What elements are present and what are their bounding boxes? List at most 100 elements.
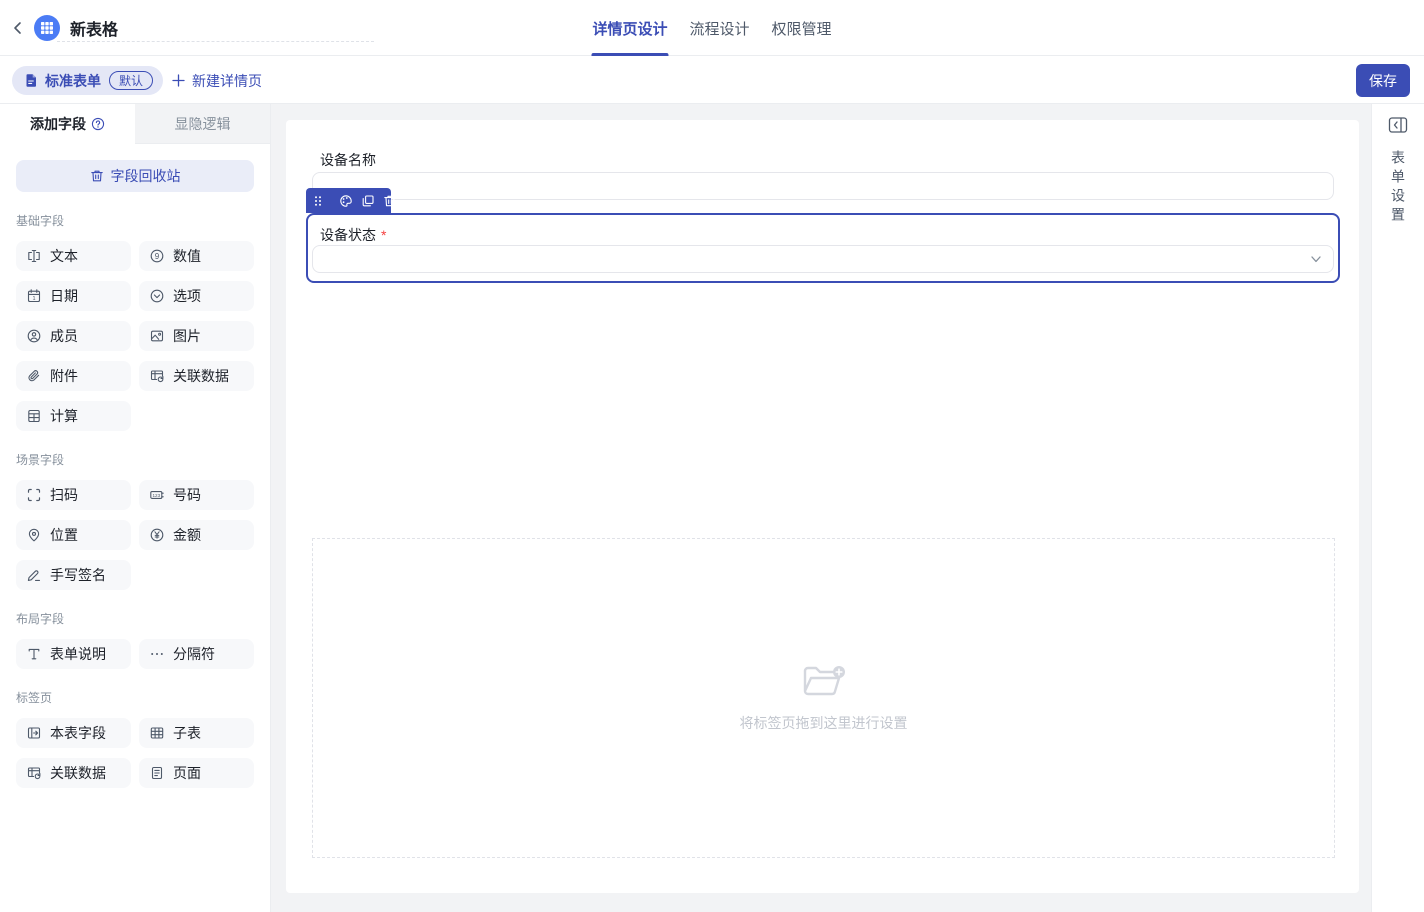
field-device-name-label: 设备名称 [320,150,376,170]
field-item-label: 扫码 [50,485,78,505]
palette-icon[interactable] [339,194,353,208]
field-item-label: 图片 [173,326,201,346]
field-item-label: 表单说明 [50,644,106,664]
field-device-name-input[interactable] [312,172,1334,200]
question-circle-icon[interactable] [91,117,105,131]
form-settings-rail: 表单设置 [1371,104,1424,912]
add-field-label: 添加字段 [30,114,86,134]
field-item-current-table[interactable]: 本表字段 [16,718,131,748]
field-item-signature[interactable]: 手写签名 [16,560,131,590]
standard-form-tab[interactable]: 标准表单 默认 [12,66,163,95]
chevron-left-icon [10,20,26,36]
folder-add-icon [801,663,847,701]
sidebar-tabs: 添加字段 显隐逻辑 [0,104,270,144]
scene-fields-grid: 扫码 123 号码 位置 [0,480,270,590]
form-canvas[interactable]: 设备名称 [286,120,1359,893]
scan-icon [26,487,42,503]
header-left-group: 新表格 [8,0,118,56]
new-detail-page-label: 新建详情页 [192,71,262,91]
tab-detail-page-design[interactable]: 详情页设计 [591,0,668,56]
section-title-scene-fields: 场景字段 [16,451,254,468]
field-item-text[interactable]: 文本 [16,241,131,271]
tab-visibility-logic[interactable]: 显隐逻辑 [135,104,270,144]
field-item-option[interactable]: 选项 [139,281,254,311]
field-item-location[interactable]: 位置 [16,520,131,550]
field-item-calculate[interactable]: 计算 [16,401,131,431]
layout-fields-grid: 表单说明 分隔符 [0,639,270,669]
attachment-icon [26,368,42,384]
text-icon [26,248,42,264]
field-item-label: 日期 [50,286,78,306]
field-item-label: 本表字段 [50,723,106,743]
currency-icon [149,527,165,543]
field-item-serial-number[interactable]: 123 号码 [139,480,254,510]
field-item-form-text[interactable]: 表单说明 [16,639,131,669]
field-item-member[interactable]: 成员 [16,321,131,351]
field-device-status-select[interactable] [312,245,1334,273]
section-title-layout-fields: 布局字段 [16,610,254,627]
page-title[interactable]: 新表格 [70,16,118,40]
svg-text:9: 9 [155,252,160,261]
field-item-label: 页面 [173,763,201,783]
field-item-scan[interactable]: 扫码 [16,480,131,510]
tab-drop-hint: 将标签页拖到这里进行设置 [740,713,908,733]
field-item-label: 手写签名 [50,565,106,585]
chevron-down-icon [1311,256,1321,263]
field-item-label: 文本 [50,246,78,266]
new-detail-page-button[interactable]: 新建详情页 [172,66,262,95]
svg-text:123: 123 [152,493,160,498]
field-item-label: 金额 [173,525,201,545]
save-button[interactable]: 保存 [1356,64,1410,97]
basic-fields-grid: 文本 9 数值 1 日期 [0,241,270,431]
field-item-label: 号码 [173,485,201,505]
top-header: 新表格 详情页设计 流程设计 权限管理 [0,0,1424,56]
field-item-tab-linked-data[interactable]: 关联数据 [16,758,131,788]
field-device-status-label: 设备状态* [320,225,386,245]
image-icon [149,328,165,344]
field-item-linked-data[interactable]: 关联数据 [139,361,254,391]
field-item-currency[interactable]: 金额 [139,520,254,550]
default-badge: 默认 [109,71,153,90]
back-button[interactable] [8,18,28,38]
field-item-label: 关联数据 [173,366,229,386]
form-tab-label: 标准表单 [45,71,101,91]
field-item-label: 附件 [50,366,78,386]
field-item-page[interactable]: 页面 [139,758,254,788]
tab-add-field[interactable]: 添加字段 [0,104,135,144]
field-item-divider[interactable]: 分隔符 [139,639,254,669]
required-asterisk: * [381,227,386,243]
page-icon [149,765,165,781]
form-settings-label[interactable]: 表单设置 [1388,150,1408,226]
selected-field-device-status[interactable]: 设备状态* [306,213,1340,283]
form-toolbar: 标准表单 默认 新建详情页 保存 [0,57,1424,104]
tab-flow-design[interactable]: 流程设计 [688,0,750,56]
drag-handle-icon[interactable] [313,195,323,207]
recycle-bin-label: 字段回收站 [111,166,181,186]
tab-pages-grid: 本表字段 子表 关联数据 [0,718,270,788]
member-icon [26,328,42,344]
field-item-attachment[interactable]: 附件 [16,361,131,391]
delete-icon[interactable] [383,194,397,208]
field-recycle-bin-button[interactable]: 字段回收站 [16,160,254,192]
subtable-icon [149,725,165,741]
collapse-panel-icon[interactable] [1388,116,1408,134]
tab-permission-management[interactable]: 权限管理 [771,0,833,56]
divider-icon [149,646,165,662]
trash-icon [90,169,104,183]
svg-text:1: 1 [32,296,35,302]
number-icon: 9 [149,248,165,264]
field-item-date[interactable]: 1 日期 [16,281,131,311]
tab-drop-area[interactable]: 将标签页拖到这里进行设置 [312,538,1335,858]
field-item-label: 数值 [173,246,201,266]
field-item-subtable[interactable]: 子表 [139,718,254,748]
design-canvas-background: 设备名称 [271,104,1371,912]
calculate-icon [26,408,42,424]
linked-data-icon [26,765,42,781]
field-item-label: 选项 [173,286,201,306]
field-item-label: 子表 [173,723,201,743]
duplicate-icon[interactable] [361,194,375,208]
selected-field-toolbar [306,188,391,213]
field-item-image[interactable]: 图片 [139,321,254,351]
field-item-number[interactable]: 9 数值 [139,241,254,271]
current-table-icon [26,725,42,741]
